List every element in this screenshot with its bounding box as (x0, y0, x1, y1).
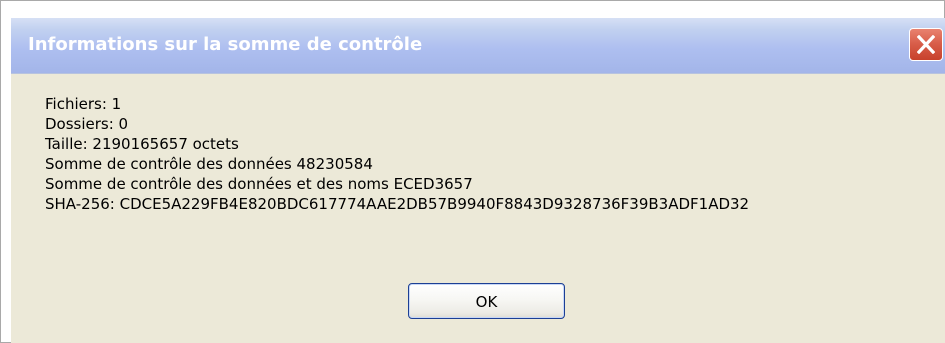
sha256-text: SHA-256: CDCE5A229FB4E820BDC617774AAE2DB… (45, 195, 750, 213)
checksum-details: Fichiers: 1 Dossiers: 0 Taille: 21901656… (45, 94, 749, 214)
checksum-info-dialog: Informations sur la somme de contrôle Fi… (11, 18, 945, 343)
size-text: Taille: 2190165657 octets (45, 135, 239, 153)
dialog-title: Informations sur la somme de contrôle (28, 34, 423, 55)
title-bar[interactable]: Informations sur la somme de contrôle (11, 18, 945, 74)
data-checksum-text: Somme de contrôle des données 48230584 (45, 155, 373, 173)
close-icon (917, 35, 935, 54)
screenshot-canvas: Informations sur la somme de contrôle Fi… (0, 0, 945, 343)
files-count-text: Fichiers: 1 (45, 95, 122, 113)
folders-count-text: Dossiers: 0 (45, 115, 129, 133)
ok-button[interactable]: OK (408, 283, 565, 319)
data-and-names-checksum-text: Somme de contrôle des données et des nom… (45, 175, 473, 193)
close-button[interactable] (909, 28, 943, 61)
